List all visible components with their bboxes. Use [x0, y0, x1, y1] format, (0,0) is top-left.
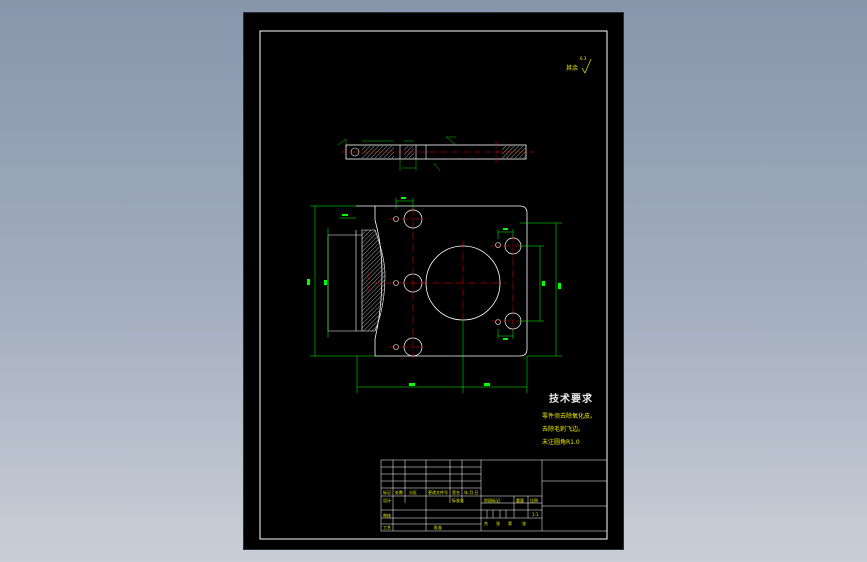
tb-process: 工艺	[383, 525, 391, 530]
tb-count: 处数	[395, 490, 403, 495]
drawing-frame	[259, 30, 608, 540]
drawing-sheet: 其余 6.3 技术要求 零件须去除氧化皮。 去除毛刺飞边。 未注圆角R1.0 标…	[244, 13, 623, 549]
small-hole-5	[495, 319, 501, 325]
tb-sheets: 张	[496, 521, 500, 526]
tech-note-3: 未注圆角R1.0	[542, 439, 580, 446]
tb-design: 设计	[383, 498, 391, 503]
cad-drawing	[259, 30, 608, 540]
tb-weight: 重量	[516, 498, 524, 503]
small-hole-4	[495, 242, 501, 248]
section-view	[337, 136, 534, 172]
roughness-value: 6.3	[580, 56, 587, 61]
lug-hatch	[361, 229, 386, 332]
tb-scale-label: 比例	[530, 498, 538, 503]
tb-date: 年.月.日	[464, 490, 479, 495]
tech-requirements-title: 技术要求	[549, 394, 593, 405]
plan-view	[307, 197, 562, 393]
tb-review: 审核	[383, 513, 391, 518]
tb-number: 第	[508, 521, 512, 526]
roughness-symbol-icon	[581, 58, 592, 74]
tb-scale-value: 1:1	[532, 512, 539, 517]
tb-approve: 批准	[434, 525, 442, 530]
tech-note-1: 零件须去除氧化皮。	[542, 413, 597, 420]
tb-total: 共	[484, 521, 488, 526]
tb-stage: 阶段标记	[484, 498, 500, 503]
tb-mark: 标记	[383, 490, 391, 495]
tech-note-2: 去除毛刺飞边。	[542, 426, 585, 433]
tb-signature: 签名	[452, 490, 460, 495]
roughness-note: 其余	[566, 65, 579, 72]
tb-zone: 分区	[409, 490, 417, 495]
tb-change-doc: 更改文件号	[428, 490, 448, 495]
tb-standard: 标准化	[452, 498, 464, 503]
tb-sheet: 张	[522, 521, 526, 526]
